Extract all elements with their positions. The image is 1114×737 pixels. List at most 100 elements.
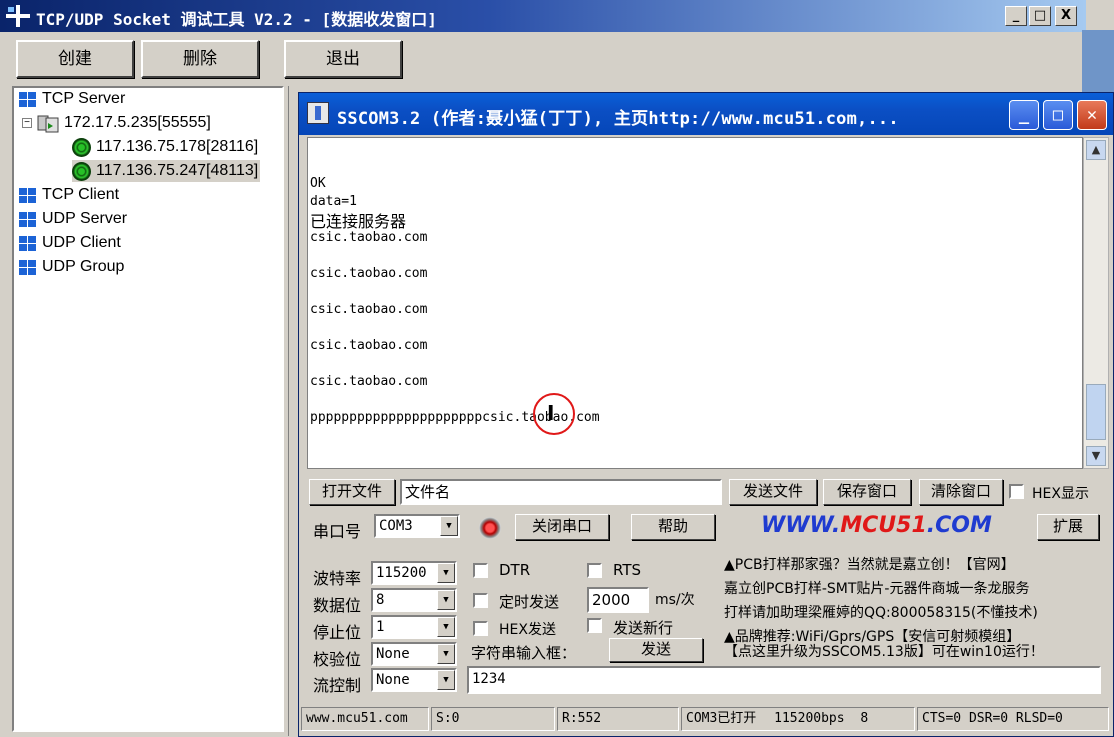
port-select[interactable]: COM3 ▼ <box>374 514 460 538</box>
pane-splitter[interactable] <box>288 86 298 736</box>
stopbits-label: 停止位 <box>313 623 362 642</box>
chevron-down-icon[interactable]: ▼ <box>437 644 455 664</box>
receive-scrollbar[interactable]: ▲ ▼ <box>1083 137 1109 469</box>
windows-logo-icon <box>19 260 37 276</box>
chevron-down-icon[interactable]: ▼ <box>437 590 455 610</box>
chevron-down-icon[interactable]: ▼ <box>437 563 455 583</box>
send-file-button[interactable]: 发送文件 <box>729 479 817 505</box>
status-site: www.mcu51.com <box>301 707 429 731</box>
receive-area[interactable]: OK data=1 已连接服务器 csic.taobao.com csic.taobao… <box>307 137 1083 469</box>
ad-line[interactable]: 打样请加助理梁雁婷的QQ:800058315(不懂技术) <box>724 601 1106 625</box>
link-brand: MCU51 <box>840 513 927 538</box>
tree-item-client[interactable]: 117.136.75.178[28116] <box>72 136 258 158</box>
status-bar: www.mcu51.com S:0 R:552 COM3已打开 115200bp… <box>301 707 1111 731</box>
rts-checkbox[interactable] <box>587 563 602 578</box>
string-input-label: 字符串输入框： <box>471 644 577 662</box>
parity-value: None <box>376 646 410 662</box>
back-window-titlebar[interactable]: TCP/UDP Socket 调试工具 V2.2 - [数据收发窗口] _ □ … <box>0 0 1086 32</box>
chevron-down-icon[interactable]: ▼ <box>440 516 458 536</box>
open-file-button[interactable]: 打开文件 <box>309 479 395 505</box>
status-received: R:552 <box>557 707 679 731</box>
receive-line: OK <box>310 176 326 191</box>
chevron-down-icon[interactable]: ▼ <box>437 617 455 637</box>
close-port-button[interactable]: 关闭串口 <box>515 514 609 540</box>
delete-button[interactable]: 删除 <box>141 40 259 78</box>
tree-item-client-selected[interactable]: 117.136.75.247[48113] <box>72 160 261 182</box>
sscom-window: SSCOM3.2 (作者:聂小猛(丁丁), 主页http://www.mcu51… <box>298 92 1114 737</box>
flow-select[interactable]: None ▼ <box>371 668 457 692</box>
ad-line[interactable]: ▲PCB打样那家强？当然就是嘉立创！【官网】 <box>724 553 1106 577</box>
receive-line: csic.taobao.com <box>310 374 428 389</box>
connection-icon <box>72 138 91 157</box>
link-suffix: .COM <box>926 513 992 538</box>
mcu51-link[interactable]: WWW.MCU51.COM <box>761 513 992 538</box>
hex-send-label: HEX发送 <box>499 622 556 638</box>
baud-select[interactable]: 115200 ▼ <box>371 561 457 585</box>
dtr-label: DTR <box>499 561 531 579</box>
upgrade-link[interactable]: 【点这里升级为SSCOM5.13版】可在win10运行！ <box>724 641 1106 661</box>
timed-send-label: 定时发送 <box>499 593 560 611</box>
receive-line: csic.taobao.com <box>310 266 428 281</box>
baud-label: 波特率 <box>313 569 362 588</box>
status-sent: S:0 <box>431 707 555 731</box>
socket-tree: TCP Server − 172.17.5.235[55555] 117.136… <box>12 86 284 732</box>
tree-item-tcp-server[interactable]: TCP Server <box>16 88 125 110</box>
back-window-title: TCP/UDP Socket 调试工具 V2.2 - [数据收发窗口] <box>36 10 437 29</box>
timed-send-checkbox[interactable] <box>473 593 488 608</box>
hex-display-checkbox[interactable] <box>1009 484 1024 499</box>
scroll-thumb[interactable] <box>1086 384 1106 440</box>
tree-item-server-node[interactable]: − 172.17.5.235[55555] <box>22 112 211 134</box>
save-window-button[interactable]: 保存窗口 <box>823 479 911 505</box>
interval-field[interactable]: 2000 <box>587 587 649 613</box>
flow-label: 流控制 <box>313 676 362 695</box>
status-port: COM3已打开 115200bps 8 <box>681 707 915 731</box>
help-button[interactable]: 帮助 <box>631 514 715 540</box>
ad-line[interactable]: 嘉立创PCB打样-SMT贴片-元器件商城一条龙服务 <box>724 577 1106 601</box>
create-button[interactable]: 创建 <box>16 40 134 78</box>
collapse-icon[interactable]: − <box>22 118 32 128</box>
sscom-titlebar[interactable]: SSCOM3.2 (作者:聂小猛(丁丁), 主页http://www.mcu51… <box>299 93 1113 135</box>
interval-unit: ms/次 <box>655 592 695 608</box>
tree-item-udp-group[interactable]: UDP Group <box>16 256 124 278</box>
databits-select[interactable]: 8 ▼ <box>371 588 457 612</box>
send-newline-checkbox[interactable] <box>587 618 602 633</box>
hex-send-checkbox[interactable] <box>473 621 488 636</box>
network-server-icon <box>37 115 59 133</box>
text-cursor-highlight-icon <box>533 393 575 435</box>
scroll-up-icon[interactable]: ▲ <box>1086 140 1106 160</box>
baud-value: 115200 <box>376 565 427 581</box>
sscom-close-button[interactable]: ✕ <box>1077 100 1107 130</box>
tree-item-udp-server[interactable]: UDP Server <box>16 208 127 230</box>
dtr-checkbox[interactable] <box>473 563 488 578</box>
tree-item-udp-client[interactable]: UDP Client <box>16 232 121 254</box>
close-button[interactable]: X <box>1055 6 1077 26</box>
receive-line: 已连接服务器 <box>310 212 407 231</box>
clear-window-button[interactable]: 清除窗口 <box>919 479 1003 505</box>
sscom-minimize-button[interactable]: _ <box>1009 100 1039 130</box>
stopbits-select[interactable]: 1 ▼ <box>371 615 457 639</box>
receive-line: csic.taobao.com <box>310 302 428 317</box>
expand-button[interactable]: 扩展 <box>1037 514 1099 540</box>
windows-logo-icon <box>19 188 37 204</box>
tree-item-tcp-client[interactable]: TCP Client <box>16 184 119 206</box>
chevron-down-icon[interactable]: ▼ <box>437 670 455 690</box>
windows-logo-icon <box>19 236 37 252</box>
parity-select[interactable]: None ▼ <box>371 642 457 666</box>
receive-line: csic.taobao.com <box>310 230 428 245</box>
status-port-state: COM3已打开 <box>686 711 757 726</box>
sscom-maximize-button[interactable]: □ <box>1043 100 1073 130</box>
minimize-button[interactable]: _ <box>1005 6 1027 26</box>
tree-item-label: 117.136.75.247[48113] <box>96 162 259 179</box>
send-button[interactable]: 发送 <box>609 638 703 662</box>
status-bits: 8 <box>860 711 869 726</box>
parity-label: 校验位 <box>313 650 362 669</box>
file-name-field[interactable]: 文件名 <box>400 479 722 505</box>
flow-value: None <box>376 672 410 688</box>
scroll-down-icon[interactable]: ▼ <box>1086 446 1106 466</box>
string-input-field[interactable]: 1234 <box>467 666 1101 694</box>
exit-button[interactable]: 退出 <box>284 40 402 78</box>
stopbits-value: 1 <box>376 619 385 635</box>
maximize-button[interactable]: □ <box>1029 6 1051 26</box>
databits-label: 数据位 <box>313 596 362 615</box>
port-value: COM3 <box>379 518 413 534</box>
